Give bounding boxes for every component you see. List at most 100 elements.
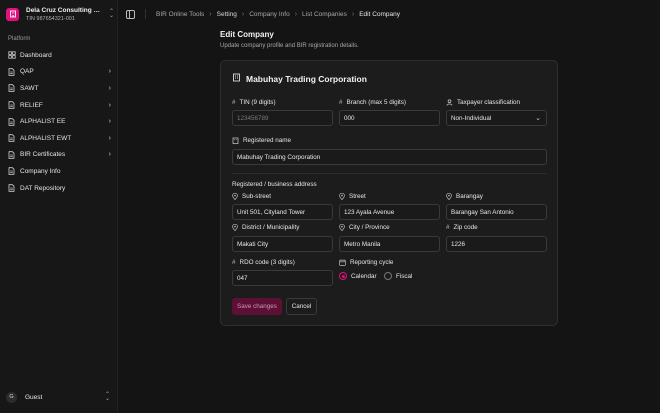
chevron-right-icon: › <box>241 10 245 18</box>
sidebar-item-label: RELIEF <box>20 101 43 109</box>
zip-input[interactable]: 1226 <box>446 236 547 252</box>
branch-input[interactable]: 000 <box>339 110 440 126</box>
zip-label: # Zip code <box>446 224 478 231</box>
user-name: Guest <box>25 393 43 401</box>
chevron-right-icon: › <box>209 10 212 18</box>
branch-label: # Branch (max 5 digits) <box>339 99 406 106</box>
page-subtitle: Update company profile and BIR registrat… <box>220 43 359 49</box>
sidebar-toggle-icon[interactable] <box>126 9 135 19</box>
street-label: Street <box>339 193 366 200</box>
radio-calendar-label: Calendar <box>351 272 377 280</box>
org-name: Dela Cruz Consulting Services <box>26 6 102 14</box>
sidebar-item-company-info[interactable]: Company Info <box>3 163 115 180</box>
org-tin: TIN 987654321-001 <box>26 15 75 22</box>
sidebar-item-label: ALPHALIST EE <box>20 118 66 126</box>
sidebar-item-dat-repository[interactable]: DAT Repository <box>3 180 115 197</box>
sidebar-item-label: ALPHALIST EWT <box>20 134 72 142</box>
user-menu[interactable]: G Guest ⌃ ⌄ <box>6 390 114 404</box>
street-label-text: Street <box>349 193 366 200</box>
building-icon <box>232 73 241 84</box>
map-pin-icon <box>339 193 345 200</box>
sidebar-item-dashboard[interactable]: Dashboard <box>3 47 115 64</box>
sub-street-input[interactable]: Unit 501, Cityland Tower <box>232 204 333 220</box>
breadcrumb: BIR Online Tools › Setting › Company Inf… <box>145 9 400 19</box>
sidebar-item-alphalist-ewt[interactable]: ALPHALIST EWT › <box>3 130 115 147</box>
building-icon <box>232 137 239 144</box>
tin-label-text: TIN (9 digits) <box>239 99 276 106</box>
rdo-input[interactable]: 047 <box>232 270 333 286</box>
sidebar-item-label: Company Info <box>20 167 61 175</box>
document-icon <box>7 84 16 93</box>
reporting-cycle-label-text: Reporting cycle <box>350 259 394 266</box>
registered-name-input[interactable]: Mabuhay Trading Corporation <box>232 149 547 165</box>
avatar: G <box>6 391 17 403</box>
breadcrumb-item[interactable]: Company Info <box>249 11 289 18</box>
company-heading: Mabuhay Trading Corporation <box>232 73 367 84</box>
city-input[interactable]: Metro Manila <box>339 236 440 252</box>
chevron-down-icon: ⌄ <box>535 115 541 122</box>
document-icon <box>7 167 16 176</box>
district-label-text: District / Municipality <box>242 224 300 231</box>
sidebar-item-qap[interactable]: QAP › <box>3 64 115 81</box>
hash-icon: # <box>339 99 343 106</box>
hash-icon: # <box>446 224 450 231</box>
tin-input[interactable]: 123456789 <box>232 110 333 126</box>
sidebar-item-label: BIR Certificates <box>20 151 66 159</box>
cancel-button[interactable]: Cancel <box>286 298 317 315</box>
breadcrumb-item[interactable]: BIR Online Tools <box>156 11 204 18</box>
chevron-right-icon: › <box>108 151 111 159</box>
radio-button-selected[interactable] <box>339 272 347 280</box>
document-icon <box>7 184 16 193</box>
radio-fiscal[interactable]: Fiscal <box>384 272 412 280</box>
edit-company-card: Mabuhay Trading Corporation # TIN (9 digi… <box>220 60 558 326</box>
building-icon <box>6 7 19 21</box>
breadcrumb-item[interactable]: List Companies <box>302 11 347 18</box>
sidebar-item-label: Dashboard <box>20 51 52 59</box>
chevron-right-icon: › <box>108 118 111 126</box>
radio-calendar[interactable]: Calendar <box>339 272 377 280</box>
hash-icon: # <box>232 99 236 106</box>
taxpayer-classification-value: Non-Individual <box>451 114 492 122</box>
dashboard-icon <box>7 51 16 60</box>
sidebar-item-label: DAT Repository <box>20 184 66 192</box>
sidebar-nav: Dashboard QAP › SAWT › RELIEF › ALPHALIST EE › AL… <box>3 47 115 196</box>
map-pin-icon <box>232 224 238 231</box>
chevron-right-icon: › <box>294 10 298 18</box>
taxpayer-classification-select[interactable]: Non-Individual ⌄ <box>446 110 547 126</box>
sidebar-item-bir-certificates[interactable]: BIR Certificates › <box>3 147 115 164</box>
district-input[interactable]: Makati City <box>232 236 333 252</box>
sidebar-section-label: Platform <box>8 36 31 42</box>
company-name: Mabuhay Trading Corporation <box>246 73 367 84</box>
document-icon <box>7 101 16 110</box>
page-title: Edit Company <box>220 30 274 39</box>
rdo-label-text: RDO code (3 digits) <box>239 259 295 266</box>
sub-street-label-text: Sub-street <box>242 193 272 200</box>
calendar-icon <box>339 259 346 266</box>
breadcrumb-current: Edit Company <box>359 10 401 18</box>
city-label: City / Province <box>339 224 390 231</box>
branch-label-text: Branch (max 5 digits) <box>346 99 407 106</box>
chevron-right-icon: › <box>108 101 111 109</box>
chevron-right-icon: › <box>108 84 111 92</box>
save-changes-button[interactable]: Save changes <box>232 298 282 315</box>
sidebar-item-sawt[interactable]: SAWT › <box>3 80 115 97</box>
barangay-input[interactable]: Barangay San Antonio <box>446 204 547 220</box>
sidebar-item-alphalist-ee[interactable]: ALPHALIST EE › <box>3 113 115 130</box>
chevrons-up-down-icon: ⌃ ⌄ <box>104 392 110 402</box>
radio-button[interactable] <box>384 272 392 280</box>
user-icon <box>446 99 453 106</box>
barangay-label: Barangay <box>446 193 483 200</box>
registered-name-label: Registered name <box>232 137 291 144</box>
sidebar-item-label: QAP <box>20 68 34 76</box>
district-label: District / Municipality <box>232 224 299 231</box>
breadcrumb-item[interactable]: Setting <box>217 11 237 18</box>
org-switcher[interactable]: Dela Cruz Consulting Services TIN 987654… <box>6 5 114 23</box>
topbar: BIR Online Tools › Setting › Company Inf… <box>118 0 660 28</box>
street-input[interactable]: 123 Ayala Avenue <box>339 204 440 220</box>
chevron-right-icon: › <box>108 134 111 142</box>
document-icon <box>7 117 16 126</box>
document-icon <box>7 67 16 76</box>
map-pin-icon <box>232 193 238 200</box>
map-pin-icon <box>446 193 452 200</box>
sidebar-item-relief[interactable]: RELIEF › <box>3 97 115 114</box>
